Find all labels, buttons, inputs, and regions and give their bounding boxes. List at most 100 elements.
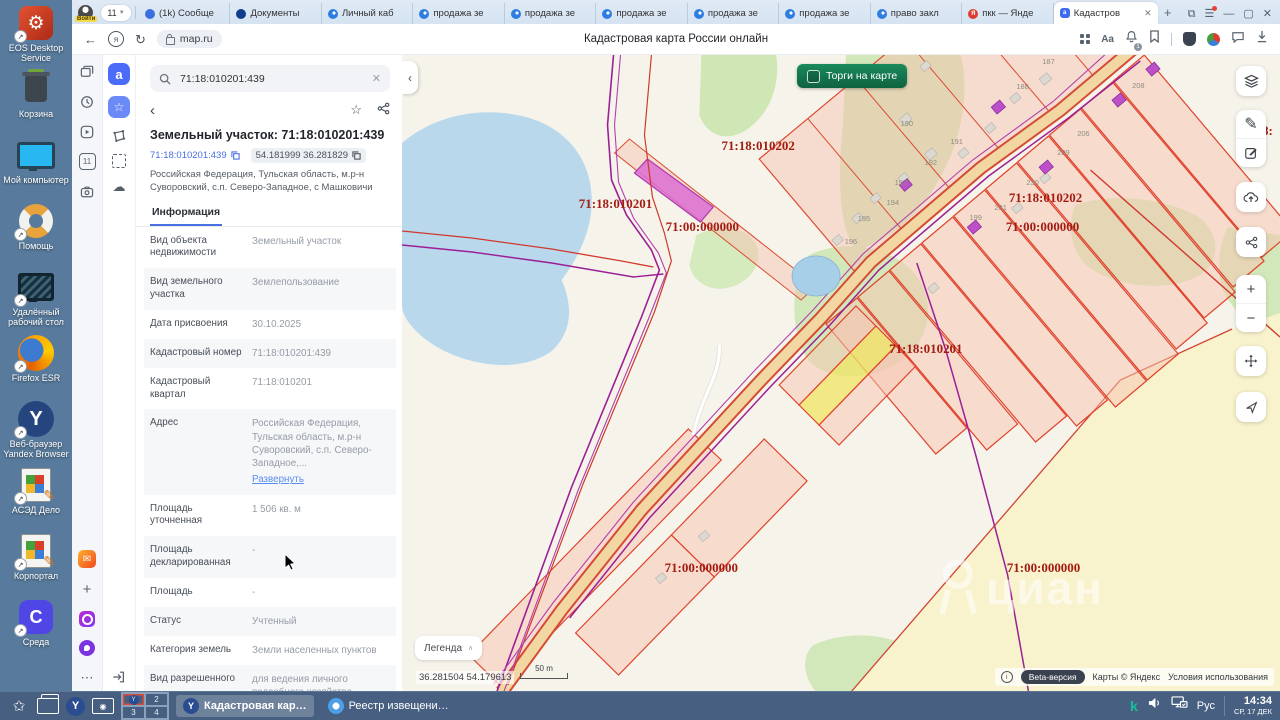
side-panel-icon[interactable]: ⧉ — [1188, 9, 1196, 20]
zoom-in-button[interactable]: + — [1236, 275, 1266, 303]
search-input[interactable] — [178, 71, 365, 86]
expand-link[interactable]: Развернуть — [252, 473, 304, 486]
adblock-extension-icon[interactable] — [1183, 32, 1196, 46]
checkbox-icon[interactable] — [807, 69, 820, 83]
screenshot-icon[interactable] — [79, 183, 96, 200]
alice-icon[interactable] — [79, 640, 95, 656]
select-area-icon[interactable] — [112, 154, 126, 168]
show-windows-icon[interactable] — [37, 694, 59, 717]
start-menu-icon[interactable]: ✩ — [8, 695, 30, 717]
panel-collapse-button[interactable]: ‹ — [402, 61, 418, 94]
polygon-tool-icon[interactable] — [112, 129, 126, 143]
workspace-4[interactable]: 4 — [145, 706, 168, 719]
browser-menu-icon[interactable]: ☰ — [1205, 6, 1218, 20]
draw-button[interactable] — [1236, 138, 1266, 167]
panel-back-icon[interactable]: ‹ — [150, 102, 155, 119]
tab-messages[interactable]: (1k) Сообще — [139, 3, 231, 24]
search-box[interactable]: ✕ — [150, 65, 390, 92]
terms-link[interactable]: Условия использования — [1168, 672, 1268, 682]
desktop-icon-ased-delo[interactable]: ↗ АСЭД Дело — [0, 466, 72, 532]
desktop-icon-yandex-browser[interactable]: Y ↗ Веб-браузер Yandex Browser — [0, 400, 72, 466]
exit-icon[interactable] — [112, 670, 126, 684]
favorites-star-button[interactable]: ☆ — [108, 96, 130, 118]
video-play-icon[interactable] — [79, 123, 96, 140]
chat-bubble-icon[interactable] — [1231, 30, 1245, 48]
zoom-out-button[interactable]: − — [1236, 303, 1266, 332]
translate-icon[interactable]: Aa — [1101, 34, 1114, 45]
volume-icon[interactable] — [1147, 696, 1162, 715]
tab-documents[interactable]: Документы — [230, 3, 322, 24]
clear-search-icon[interactable]: ✕ — [372, 72, 381, 85]
maximize-icon[interactable]: ▢ — [1243, 9, 1253, 20]
more-dots-icon[interactable]: ⋯ — [79, 669, 96, 686]
tab-pkk-yandex[interactable]: Япкк — Янде — [962, 3, 1054, 24]
workspace-3[interactable]: 3 — [122, 706, 145, 719]
maps-copyright[interactable]: Карты © Яндекс — [1093, 672, 1161, 682]
dzen-icon[interactable] — [79, 611, 95, 627]
workspace-1[interactable]: Y — [122, 693, 145, 706]
close-icon[interactable]: ✕ — [1263, 9, 1272, 20]
cadastral-number-chip[interactable]: 71:18:010201:439 — [150, 148, 245, 163]
downloads-icon[interactable] — [1256, 30, 1268, 48]
tab-close-icon[interactable]: ✕ — [1144, 8, 1152, 19]
refresh-icon[interactable]: ↻ — [135, 33, 146, 46]
map-viewport[interactable]: 71:18:010202 71:18:010201 71:00:000000 7… — [402, 55, 1280, 692]
tab-groups-icon[interactable] — [79, 63, 96, 80]
kaspersky-icon[interactable]: k — [1130, 698, 1138, 714]
notifications-bell-icon[interactable]: 1 — [1125, 30, 1142, 51]
measure-button[interactable]: ✎ — [1236, 110, 1266, 138]
taskbar-yandex-icon[interactable]: Y — [66, 696, 85, 716]
info-icon[interactable]: i — [1000, 671, 1013, 683]
file-manager-icon[interactable]: ◉ — [92, 698, 114, 714]
desktop-icon-my-computer[interactable]: Мой компьютер — [0, 136, 72, 202]
taskbar-window-cadastral[interactable]: Y Кадастровая кар… — [176, 695, 314, 717]
back-icon[interactable]: ← — [84, 33, 97, 46]
taskbar-clock[interactable]: 14:34 СР, 17 ДЕК — [1223, 696, 1272, 716]
layers-button[interactable] — [1236, 66, 1266, 96]
tab-information[interactable]: Информация — [150, 202, 223, 226]
login-badge[interactable]: Войти — [75, 16, 98, 22]
desktop-icon-sreda[interactable]: C ↗ Среда — [0, 598, 72, 664]
taskbar-window-registry[interactable]: Реестр извещени… — [321, 695, 456, 717]
tab-right-conclusion[interactable]: право закл — [871, 3, 963, 24]
copy-icon[interactable] — [230, 151, 240, 160]
ya-services-icon[interactable]: я — [108, 31, 124, 47]
history-clock-icon[interactable] — [79, 93, 96, 110]
tab-land-sale-4[interactable]: продажа зе — [688, 3, 780, 24]
map-share-button[interactable] — [1236, 227, 1266, 257]
new-tab-button[interactable]: + — [1158, 2, 1178, 22]
auction-toggle-button[interactable]: Торги на карте — [797, 64, 908, 88]
desktop-icon-korportal[interactable]: ↗ Корпортал — [0, 532, 72, 598]
display-settings-icon[interactable] — [1171, 696, 1188, 715]
desktop-icon-remote-desktop[interactable]: ↗ Удалённый рабочий стол — [0, 268, 72, 334]
tab-land-sale-1[interactable]: продажа зе — [413, 3, 505, 24]
pan-button[interactable] — [1236, 346, 1266, 376]
tab-land-sale-3[interactable]: продажа зе — [596, 3, 688, 24]
locate-button[interactable] — [1236, 392, 1266, 422]
yandex-mail-icon[interactable]: ✉ — [78, 550, 96, 568]
language-indicator[interactable]: Рус — [1197, 700, 1215, 712]
tab-counter[interactable]: 11 ▼ — [101, 5, 131, 21]
add-panel-icon[interactable]: + — [79, 581, 96, 598]
tab-personal-cabinet[interactable]: Личный каб — [322, 3, 414, 24]
cloud-icon[interactable]: ☁ — [113, 179, 126, 195]
tab-cadastral-map-active[interactable]: a Кадастров ✕ — [1053, 2, 1158, 24]
collections-icon[interactable] — [1080, 34, 1091, 44]
workspace-2[interactable]: 2 — [145, 693, 168, 706]
bookmark-flag-icon[interactable] — [1149, 30, 1160, 48]
extension-icon[interactable] — [1207, 32, 1220, 46]
nspd-logo-icon[interactable]: a — [108, 63, 130, 85]
profile-avatar[interactable]: Войти — [75, 5, 98, 22]
favorite-star-icon[interactable]: ☆ — [350, 102, 362, 118]
desktop-icon-trash[interactable]: Корзина — [0, 69, 72, 136]
share-icon[interactable] — [377, 102, 390, 118]
calendar-count-icon[interactable]: 11 — [78, 153, 96, 170]
minimize-icon[interactable]: — — [1223, 9, 1234, 20]
tab-land-sale-2[interactable]: продажа зе — [505, 3, 597, 24]
tab-land-sale-5[interactable]: продажа зе — [779, 3, 871, 24]
legend-button[interactable]: Легенда ∧ — [415, 636, 483, 660]
desktop-icon-help[interactable]: ↗ Помощь — [0, 202, 72, 268]
desktop-icon-firefox[interactable]: ↗ Firefox ESR — [0, 334, 72, 400]
cadastral-map-canvas[interactable]: 71:18:010202 71:18:010201 71:00:000000 7… — [402, 55, 1280, 692]
address-bar[interactable]: map.ru — [156, 30, 222, 48]
